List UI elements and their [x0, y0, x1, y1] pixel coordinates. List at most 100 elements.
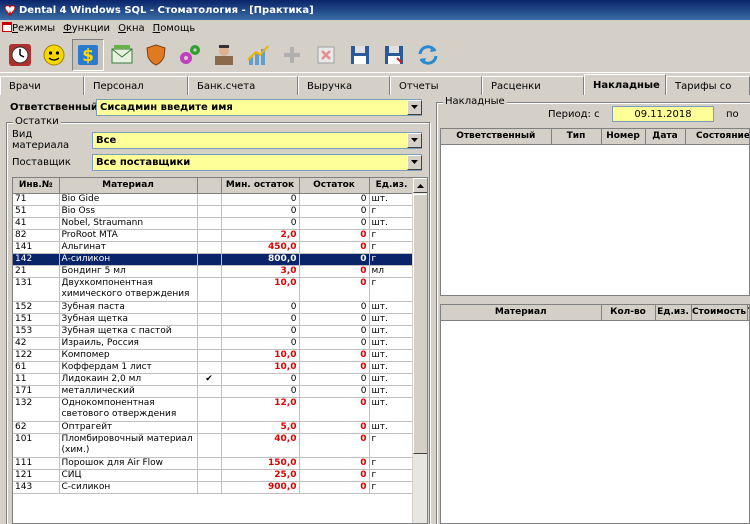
shield-button[interactable]: [140, 39, 172, 71]
stock-row[interactable]: 111 Порошок для Air Flow 150,0 0 г: [13, 457, 415, 470]
material-type-dropdown-button[interactable]: [407, 132, 422, 148]
stock-row[interactable]: 82 ProRoot MTA 2,0 0 г: [13, 229, 415, 242]
smiley-button[interactable]: [38, 39, 70, 71]
unit: г: [369, 457, 415, 470]
tab-reports[interactable]: Отчеты: [390, 76, 482, 95]
gears-button[interactable]: [174, 39, 206, 71]
invoices-column-header[interactable]: Ответственный: [441, 129, 552, 145]
stock-column-header[interactable]: Инв.№: [13, 178, 60, 194]
stock-scrollbar[interactable]: [412, 178, 427, 523]
refresh-button[interactable]: [412, 39, 444, 71]
tab-bank-accounts[interactable]: Банк.счета: [188, 76, 298, 95]
stock-row[interactable]: 11 Лидокаин 2,0 мл ✔ 0 0 шт.: [13, 373, 415, 386]
stock-row[interactable]: 121 СИЦ 25,0 0 г: [13, 469, 415, 482]
tab-staff[interactable]: Персонал: [84, 76, 188, 95]
stock-column-header[interactable]: Остаток: [299, 178, 370, 194]
flag-check: [197, 313, 222, 326]
flag-check: [197, 217, 222, 230]
inventory-number: 132: [13, 397, 60, 422]
tab-doctors[interactable]: Врачи: [0, 76, 84, 95]
stock-balance: 0: [299, 241, 370, 254]
save-as-button[interactable]: [378, 39, 410, 71]
stock-balance: 0: [299, 301, 370, 314]
stock-column-header[interactable]: Ед.из.: [369, 178, 415, 194]
stock-row[interactable]: 61 Коффердам 1 лист 10,0 0 шт.: [13, 361, 415, 374]
unit: шт.: [369, 373, 415, 386]
invoices-column-header[interactable]: Состояние: [685, 129, 749, 145]
items-column-header[interactable]: Стоимость: [691, 305, 748, 321]
stock-row[interactable]: 132 Однокомпонентная светового отверждени…: [13, 397, 415, 422]
stock-column-header[interactable]: [197, 178, 222, 194]
stock-row[interactable]: 131 Двухкомпонентная химического отвержде…: [13, 277, 415, 302]
min-stock: 3,0: [221, 265, 300, 278]
period-row: Период: с 09.11.2018 по: [548, 106, 750, 122]
stock-column-header[interactable]: Материал: [59, 178, 198, 194]
flag-check: [197, 241, 222, 254]
flag-check: [197, 457, 222, 470]
menu-item-2[interactable]: Окна: [118, 23, 145, 34]
scroll-thumb[interactable]: [413, 194, 427, 454]
stock-row[interactable]: 153 Зубная щетка с пастой 0 0 шт.: [13, 325, 415, 338]
scroll-up-button[interactable]: [413, 178, 427, 193]
chart-button[interactable]: [242, 39, 274, 71]
invoice-items-table: МатериалКол-воЕд.из.СтоимостьТе: [440, 304, 750, 524]
stock-row[interactable]: 51 Bio Oss 0 0 г: [13, 205, 415, 218]
invoices-column-header[interactable]: Дата: [645, 129, 686, 145]
tab-prices[interactable]: Расценки: [482, 76, 584, 95]
person-button[interactable]: [208, 39, 240, 71]
items-column-header[interactable]: Материал: [441, 305, 602, 321]
invoices-column-header[interactable]: Тип: [551, 129, 602, 145]
stock-balance: 0: [299, 229, 370, 242]
supplier-row: Поставщик Все поставщики: [12, 153, 428, 171]
stock-row[interactable]: 143 С-силикон 900,0 0 г: [13, 481, 415, 494]
stock-column-header[interactable]: Мин. остаток: [221, 178, 300, 194]
tab-tariffs[interactable]: Тарифы со: [666, 76, 750, 95]
menu-item-0[interactable]: Режимы: [12, 23, 55, 34]
add-button[interactable]: [276, 39, 308, 71]
save-button[interactable]: [344, 39, 376, 71]
material-type-select[interactable]: Все: [92, 131, 422, 149]
smiley-icon: [43, 44, 65, 65]
stock-row[interactable]: 42 Израиль, Россия 0 0 шт.: [13, 337, 415, 350]
stock-balance: 0: [299, 457, 370, 470]
stock-row[interactable]: 62 Оптрагейт 5,0 0 шт.: [13, 421, 415, 434]
delete-button[interactable]: [310, 39, 342, 71]
tab-invoices[interactable]: Накладные: [584, 74, 666, 95]
responsible-select[interactable]: Сисадмин введите имя: [96, 98, 422, 116]
stock-row[interactable]: 41 Nobel, Straumann 0 0 шт.: [13, 217, 415, 230]
stock-row[interactable]: 71 Bio Gide 0 0 шт.: [13, 193, 415, 206]
stock-row[interactable]: 152 Зубная паста 0 0 шт.: [13, 301, 415, 314]
invoices-column-header[interactable]: Номер: [601, 129, 646, 145]
items-column-header[interactable]: Ед.из.: [655, 305, 692, 321]
clock-button[interactable]: [4, 39, 36, 71]
flag-check: [197, 301, 222, 314]
menu-item-1[interactable]: Функции: [63, 23, 110, 34]
stock-row[interactable]: 151 Зубная щетка 0 0 шт.: [13, 313, 415, 326]
tab-revenue[interactable]: Выручка: [298, 76, 390, 95]
stock-row[interactable]: 142 А-силикон 800,0 0 г: [13, 253, 415, 266]
stock-row[interactable]: 21 Бондинг 5 мл 3,0 0 мл: [13, 265, 415, 278]
material-name: Зубная щетка: [59, 313, 198, 326]
supplier-dropdown-button[interactable]: [407, 154, 422, 170]
dollar-button[interactable]: $: [72, 38, 104, 71]
period-from-input[interactable]: 09.11.2018: [612, 106, 714, 122]
stock-row[interactable]: 171 металлический 0 0 шт.: [13, 385, 415, 398]
supplier-select[interactable]: Все поставщики: [92, 153, 422, 171]
stock-balance: 0: [299, 193, 370, 206]
items-column-header[interactable]: Кол-во: [601, 305, 656, 321]
unit: г: [369, 433, 415, 458]
refresh-icon: [418, 44, 438, 65]
min-stock: 0: [221, 217, 300, 230]
mail-button[interactable]: [106, 39, 138, 71]
material-name: Однокомпонентная светового отверждения: [59, 397, 198, 422]
stock-balance: 0: [299, 349, 370, 362]
stock-row[interactable]: 141 Альгинат 450,0 0 г: [13, 241, 415, 254]
unit: шт.: [369, 337, 415, 350]
responsible-dropdown-button[interactable]: [407, 99, 422, 115]
menu-item-3[interactable]: Помощь: [153, 23, 196, 34]
unit: шт.: [369, 385, 415, 398]
stock-row[interactable]: 101 Пломбировочный материал (хим.) 40,0 0 г: [13, 433, 415, 458]
stock-row[interactable]: 122 Компомер 10,0 0 шт.: [13, 349, 415, 362]
material-type-label: Вид материала: [12, 129, 70, 151]
window-menu-icon[interactable]: [2, 22, 12, 35]
